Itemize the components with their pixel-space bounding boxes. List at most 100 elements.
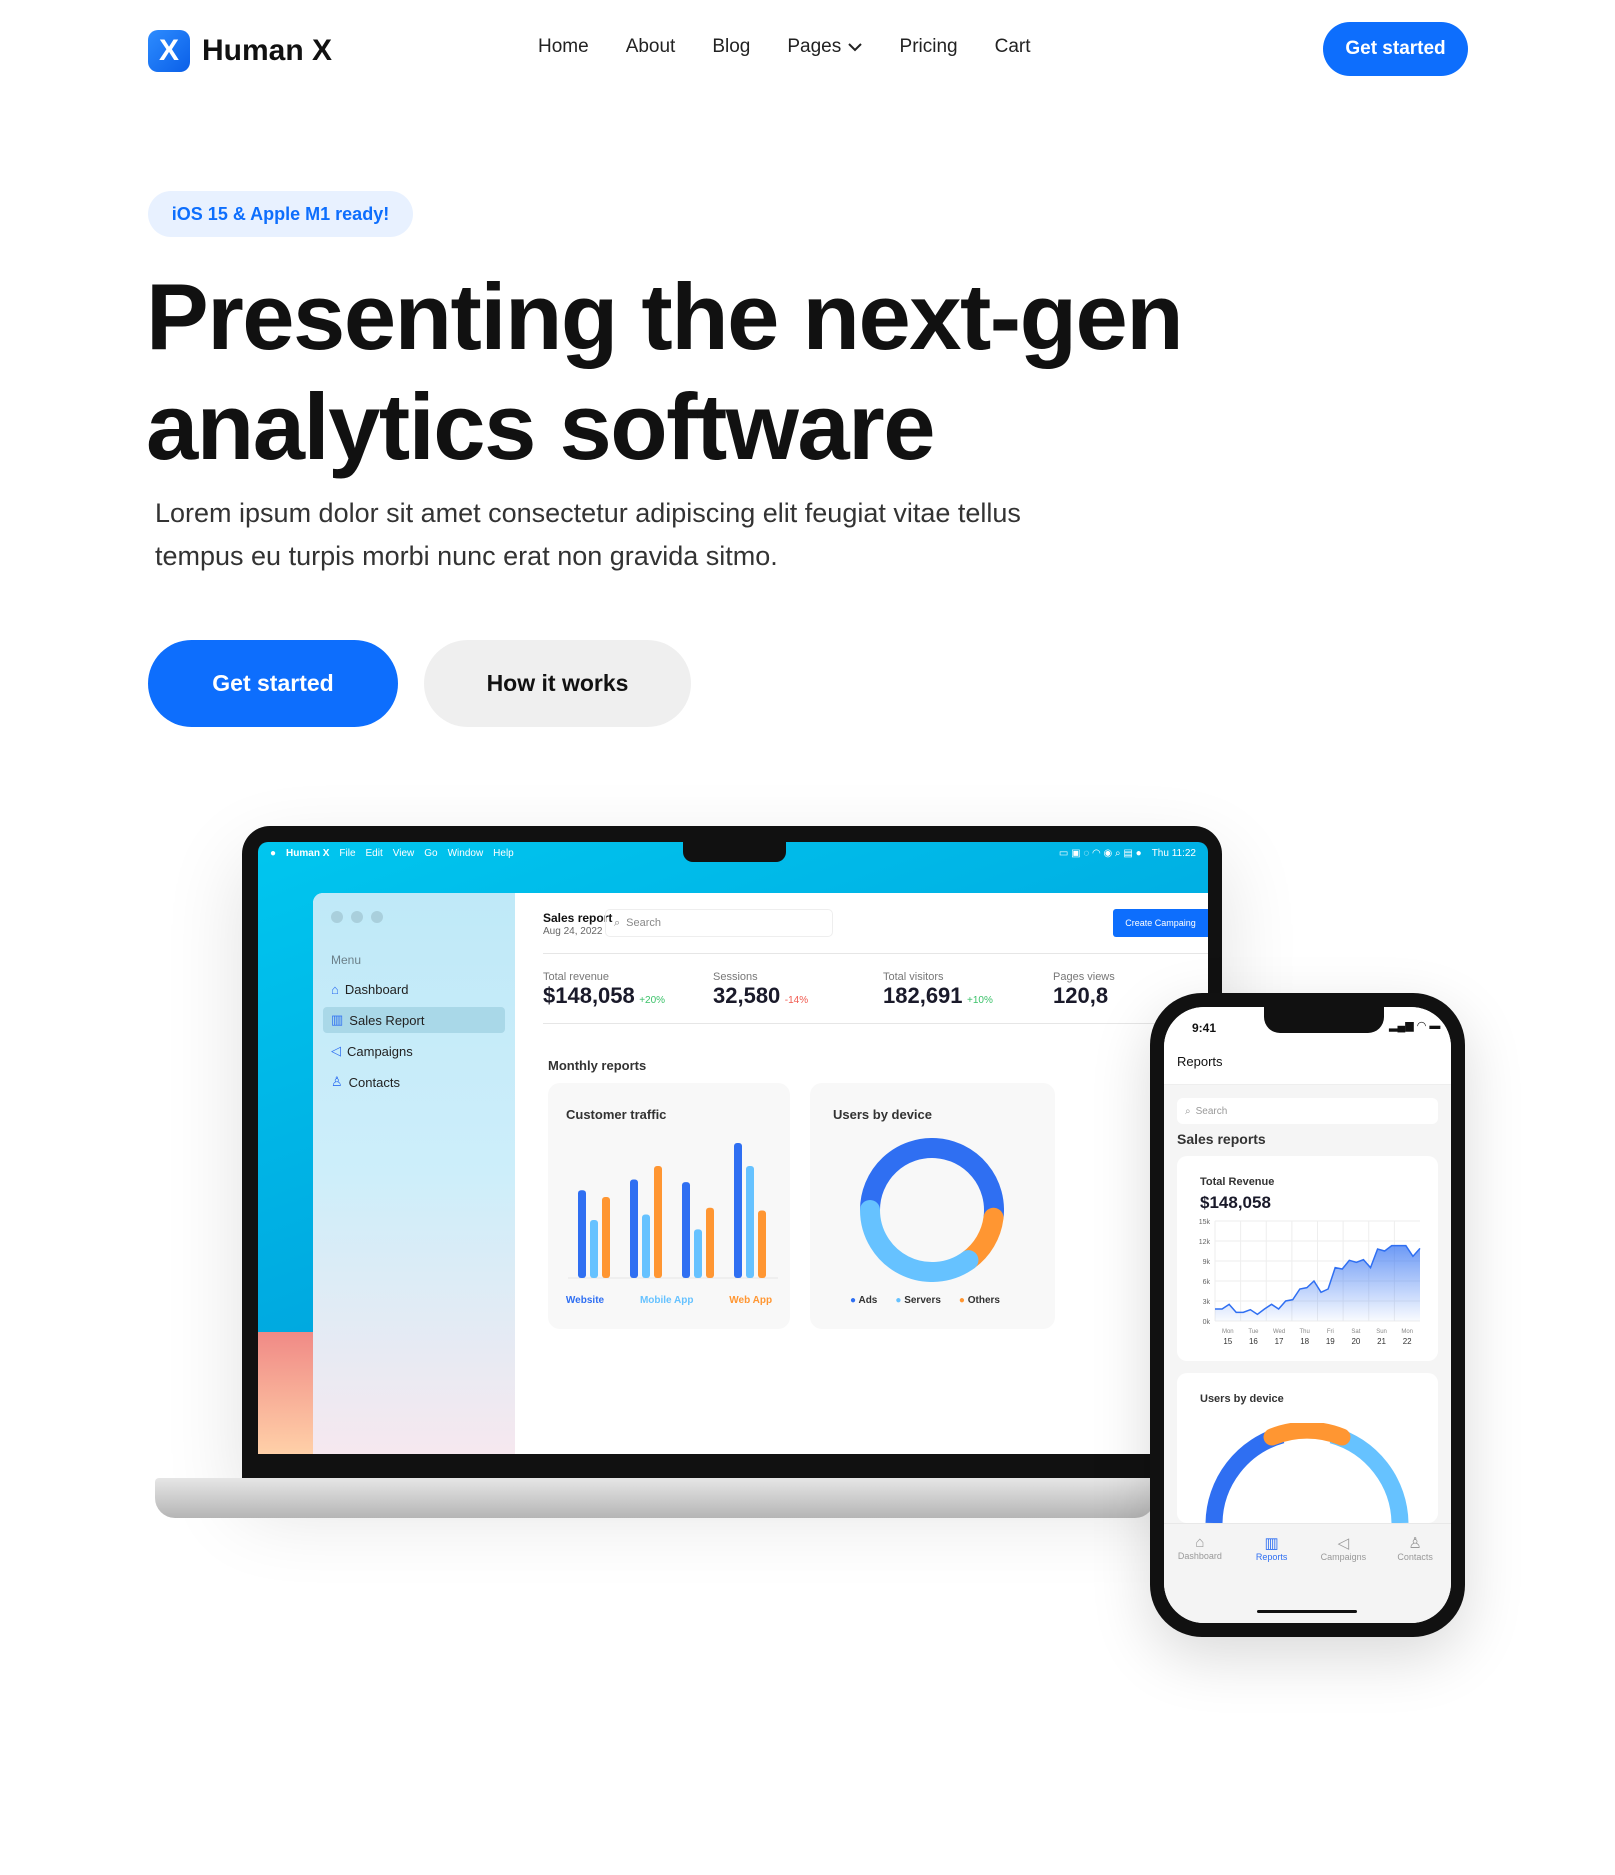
donut-slice-servers [860,1200,979,1282]
search-placeholder: Search [626,917,662,929]
x-tick-day: Wed [1273,1329,1285,1335]
phone-notch [1264,1007,1384,1033]
bar-web-app [602,1197,610,1278]
tab-contacts[interactable]: ♙ Contacts [1379,1534,1451,1623]
nav-pricing[interactable]: Pricing [900,36,958,58]
tab-label: Contacts [1397,1552,1433,1562]
legend-web-app: Web App [729,1295,773,1306]
x-tick-day: Tue [1248,1329,1259,1335]
legend-label: Servers [904,1295,941,1306]
tab-label: Dashboard [1177,1551,1222,1561]
get-started-button[interactable]: Get started [148,640,398,727]
x-tick-day: Sat [1351,1329,1360,1335]
y-tick-label: 6k [1203,1279,1211,1286]
app-window: Menu ⌂ Dashboard ▥ Sales Report ◁ Campaigns… [313,893,1208,1454]
menu-heading: Menu [331,953,362,967]
card-title: Users by device [1200,1393,1284,1405]
traffic-legend: Website Mobile App Web App [548,1295,790,1306]
search-icon: ⌕ [1185,1105,1191,1117]
y-tick-label: 3k [1203,1299,1211,1306]
stats-row: Total revenue $148,058 +20% Sessions 32,580… [543,971,1208,1009]
window-controls[interactable] [331,911,383,923]
x-tick-date: 20 [1351,1337,1360,1346]
bar-web-app [706,1207,714,1278]
camera-notch [683,842,786,862]
legend-others: ● Others [958,1295,1000,1306]
bar-website [682,1182,690,1278]
revenue-area-chart: 15k 12k 9k 6k 3k 0k Mon 15 Tue 16 Wed 17 Thu 18 Fri 19 S… [1199,1219,1421,1346]
sidebar-item-sales-report[interactable]: ▥ Sales Report [323,1007,505,1033]
nav-blog[interactable]: Blog [712,36,750,58]
revenue-label: Total Revenue [1200,1176,1275,1188]
tab-dashboard[interactable]: ⌂ Dashboard [1164,1534,1236,1623]
home-indicator [1257,1610,1357,1613]
status-icons: ▭ ▣ ◌ ◠ ◉ ⌕ ▤ ● [1058,847,1142,859]
bar-web-app [654,1165,662,1278]
menu-help[interactable]: Help [493,848,514,859]
report-date: Aug 24, 2022 [543,926,603,937]
stat-delta: -14% [784,995,809,1006]
x-tick-day: Fri [1327,1329,1334,1335]
phone-section-title: Sales reports [1177,1131,1266,1147]
menu-view[interactable]: View [393,848,415,859]
menubar-clock: Thu 11:22 [1151,847,1196,859]
x-tick-date: 15 [1223,1337,1232,1346]
x-tick-date: 16 [1249,1337,1258,1346]
megaphone-icon: ◁ [331,1043,341,1058]
bar-website [630,1179,638,1278]
chart-icon: ▥ [1264,1535,1279,1552]
main-nav: Home About Blog Pages Pricing Cart [538,36,1031,58]
bar-mobile-app [746,1165,754,1278]
y-tick-label: 12k [1199,1239,1211,1246]
divider [543,953,1208,954]
hero-title-line: Presenting the next-gen [146,264,1184,369]
x-tick-date: 22 [1403,1337,1412,1346]
sidebar-item-label: Campaigns [347,1043,413,1059]
revenue-value: $148,058 [1200,1193,1271,1212]
sidebar-item-contacts[interactable]: ♙ Contacts [323,1069,505,1095]
search-input[interactable]: ⌕ Search [605,909,833,937]
how-it-works-button[interactable]: How it works [424,640,691,727]
phone-time: 9:41 [1192,1021,1217,1035]
customer-traffic-chart [568,1143,778,1279]
donut-slice-ads [860,1138,1004,1220]
brand-logo[interactable]: X Human X [148,30,332,72]
users-by-device-donut [860,1138,1004,1282]
sidebar-item-dashboard[interactable]: ⌂ Dashboard [323,976,505,1002]
gauge-others [1263,1423,1351,1446]
laptop-base [155,1478,1155,1518]
nav-get-started-button[interactable]: Get started [1323,22,1468,76]
search-icon: ⌕ [614,916,621,929]
logo-mark: X [148,30,190,72]
nav-pages[interactable]: Pages [787,36,862,58]
phone-title: Reports [1177,1054,1223,1069]
section-title: Monthly reports [548,1058,647,1073]
x-tick-day: Sun [1376,1329,1387,1335]
nav-cart[interactable]: Cart [995,36,1031,58]
tab-label: Reports [1255,1552,1288,1562]
stat-label: Total revenue [543,971,610,983]
wallpaper-accent [258,1332,313,1454]
menu-app[interactable]: Human X [286,848,329,859]
legend-label: Ads [858,1295,878,1306]
legend-ads: ● Ads [850,1295,878,1306]
laptop-mockup: ● Human X File Edit View Go Window Help … [242,826,1222,1482]
legend-label: Others [967,1295,1000,1306]
stat-value: $148,058 [543,983,635,1008]
create-campaign-button[interactable]: Create Campaing [1113,909,1208,937]
sidebar-item-campaigns[interactable]: ◁ Campaigns [323,1038,505,1064]
menu-go[interactable]: Go [424,848,437,859]
app-sidebar: Menu ⌂ Dashboard ▥ Sales Report ◁ Campaigns… [313,893,515,1454]
nav-home[interactable]: Home [538,36,589,58]
y-tick-label: 9k [1203,1259,1211,1266]
phone-search-input[interactable]: ⌕ Search [1177,1098,1438,1124]
x-tick-date: 19 [1326,1337,1335,1346]
hero-title: Presenting the next-gen analytics softwar… [146,262,1184,482]
menu-file[interactable]: File [339,848,355,859]
menu-edit[interactable]: Edit [366,848,383,859]
stat-value-row: $148,058 +20% [543,983,713,1009]
phone-tabbar: ⌂ Dashboard ▥ Reports ◁ Campaigns ♙ Contacts [1164,1523,1451,1623]
nav-about[interactable]: About [626,36,676,58]
stat-label: Pages views [1053,971,1115,983]
menu-window[interactable]: Window [448,848,484,859]
